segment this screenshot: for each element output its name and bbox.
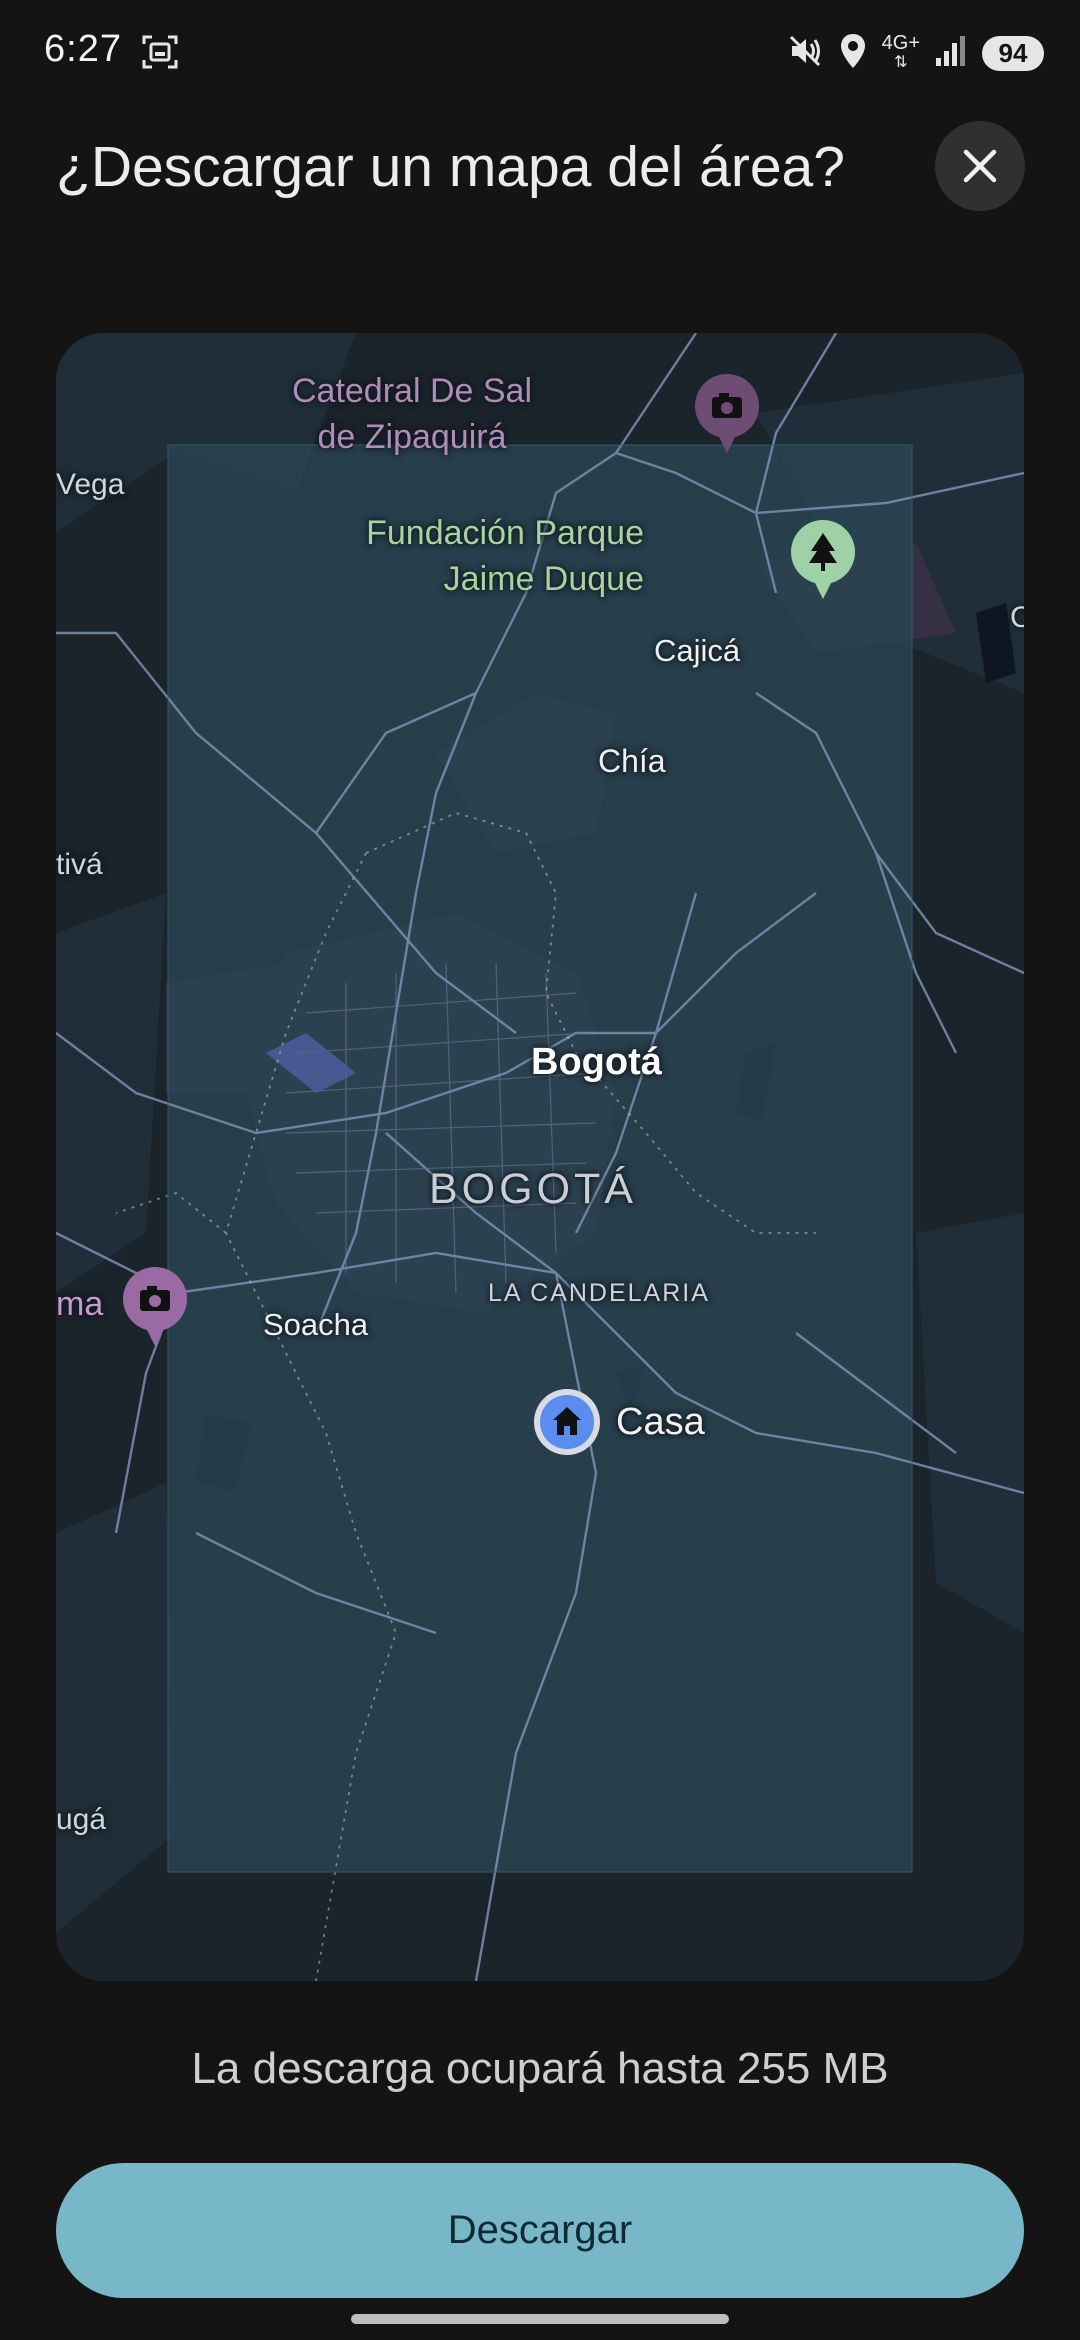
map-label-vega: Vega [56,468,125,501]
dialog-title: ¿Descargar un mapa del área? [56,135,845,199]
map-label-chia: Chía [598,743,666,779]
status-time: 6:27 [44,28,122,70]
network-type: 4G+ ⇅ [881,32,920,71]
map-label-candelaria: LA CANDELARIA [488,1279,710,1307]
status-bar: 6:27 4G+ ⇅ 94 [0,0,1080,105]
screenshot-icon [140,32,180,77]
status-icons: 4G+ ⇅ 94 [786,28,1044,78]
tree-marker-icon[interactable] [788,517,858,601]
battery-badge: 94 [982,35,1044,71]
map-label-bogota-city: Bogotá [531,1041,662,1083]
map-label-soacha: Soacha [263,1307,369,1342]
gesture-bar[interactable] [351,2314,729,2324]
map-label-uga: ugá [56,1803,107,1836]
map-label-parque: Fundación Parque Jaime Duque [366,514,644,598]
download-button[interactable]: Descargar [56,2163,1024,2298]
signal-icon [934,34,968,73]
map-preview[interactable]: Catedral De Sal de Zipaquirá Fundación P… [56,333,1024,1981]
map-label-casa: Casa [616,1401,705,1443]
close-button[interactable] [935,121,1025,211]
location-icon [838,32,868,75]
download-size-note: La descarga ocupará hasta 255 MB [191,2044,889,2093]
camera-marker-icon[interactable] [692,371,762,455]
home-marker-icon[interactable] [532,1387,602,1457]
mute-icon [786,32,824,75]
map-label-catedral: Catedral De Sal de Zipaquirá [291,372,532,456]
close-icon [963,149,997,183]
download-area-selection [168,445,912,1872]
map-label-edge-c: C [1010,601,1024,634]
map-label-cajica: Cajicá [654,633,741,668]
map-label-tiva: tivá [56,848,103,881]
map-label-ma: ma [56,1285,104,1323]
map-label-bogota-district: BOGOTÁ [429,1165,637,1213]
camera-marker-icon[interactable] [120,1264,190,1348]
